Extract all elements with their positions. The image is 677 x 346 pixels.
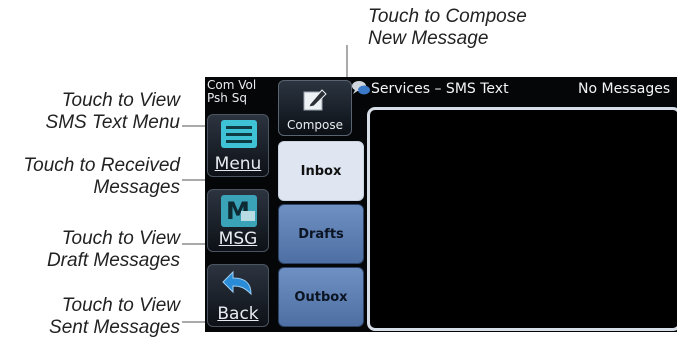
services-chat-icon — [352, 81, 370, 95]
callout-sms-menu: Touch to View SMS Text Menu — [10, 90, 180, 134]
callout-received-line2: Messages — [93, 177, 180, 198]
callout-sms-menu-line1: Touch to View — [61, 90, 180, 111]
message-status: No Messages — [578, 81, 671, 97]
callout-drafts: Touch to View Draft Messages — [10, 228, 180, 272]
compose-button-label: Compose — [286, 118, 343, 132]
callout-compose-line2: New Message — [368, 28, 489, 49]
callout-received: Touch to Received Messages — [0, 155, 180, 199]
tab-outbox[interactable]: Outbox — [278, 267, 364, 327]
back-button-label: Back — [217, 304, 259, 324]
com-vol-status[interactable]: Com Vol Psh Sq — [207, 79, 256, 105]
callout-sms-menu-line2: SMS Text Menu — [45, 112, 180, 133]
callout-drafts-line1: Touch to View — [61, 228, 180, 249]
back-button[interactable]: Back — [207, 264, 269, 327]
callout-drafts-line2: Draft Messages — [46, 250, 180, 271]
sms-screen: Com Vol Psh Sq Services – SMS Text No Me… — [205, 77, 677, 332]
msg-button-label: MSG — [218, 229, 258, 249]
callout-sent-line1: Touch to View — [61, 295, 180, 316]
compose-button[interactable]: Compose — [278, 80, 352, 136]
callout-received-line1: Touch to Received — [23, 155, 180, 176]
callout-sent-line2: Sent Messages — [49, 317, 180, 338]
menu-button-label: Menu — [214, 154, 262, 174]
page-title: Services – SMS Text — [371, 81, 509, 97]
tab-inbox[interactable]: Inbox — [278, 141, 364, 201]
callout-sent: Touch to View Sent Messages — [10, 295, 180, 339]
callout-compose: Touch to Compose New Message — [368, 6, 527, 50]
msg-envelope-icon: M — [221, 195, 257, 227]
back-arrow-icon — [222, 270, 252, 296]
callout-compose-line1: Touch to Compose — [368, 6, 527, 27]
menu-button[interactable]: Menu — [207, 114, 269, 177]
message-list-area[interactable] — [367, 107, 677, 331]
tab-drafts[interactable]: Drafts — [278, 204, 364, 264]
menu-list-icon — [221, 120, 257, 148]
compose-pencil-icon — [303, 89, 327, 111]
msg-button[interactable]: M MSG — [207, 189, 269, 252]
psh-sq-label: Psh Sq — [207, 91, 247, 105]
